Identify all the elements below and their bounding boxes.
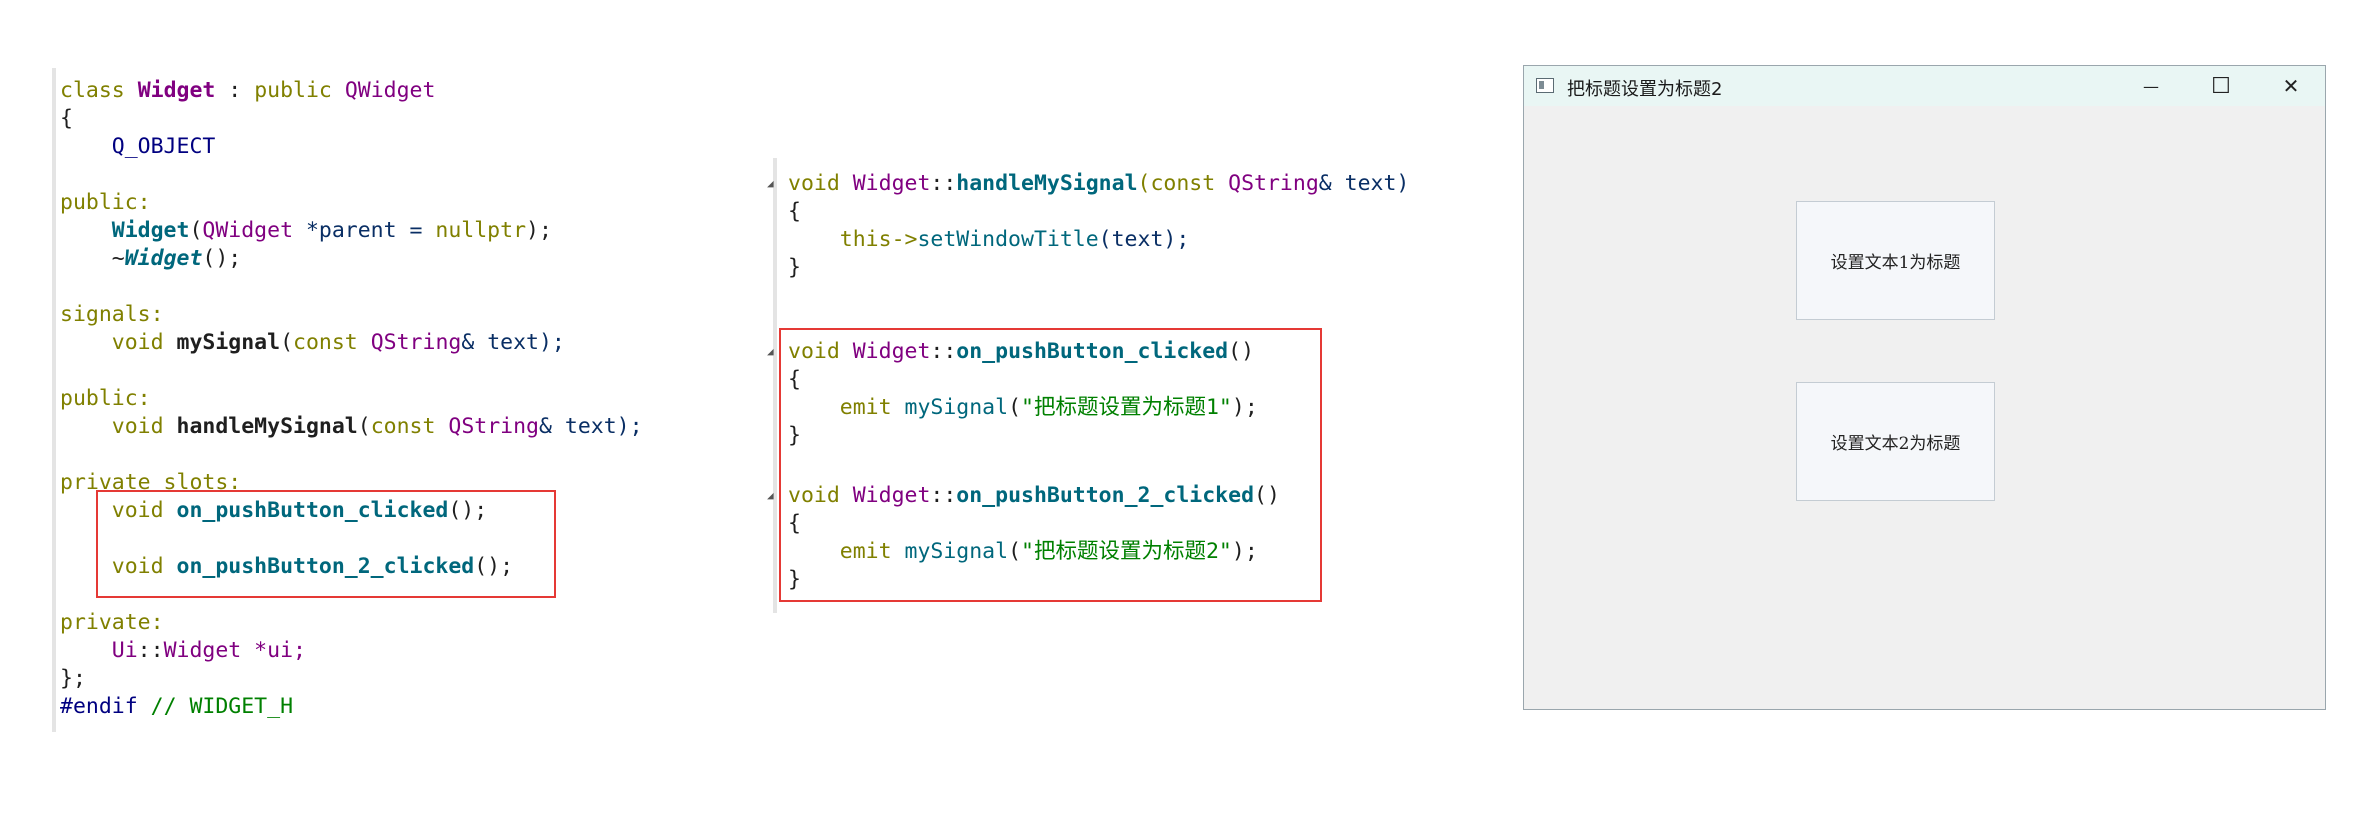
ui-rest: *ui; bbox=[241, 638, 306, 663]
ctor-arg-rest: *parent = bbox=[293, 218, 436, 243]
fold-arrow-icon[interactable]: ◢ bbox=[767, 345, 774, 358]
q-object-macro: Q_OBJECT bbox=[111, 134, 216, 159]
fold-arrow-icon[interactable]: ◢ bbox=[767, 489, 774, 502]
kw-void-2: void bbox=[111, 414, 164, 439]
ctor-name: Widget bbox=[111, 218, 190, 243]
app-window-icon bbox=[1536, 78, 1554, 93]
impl-brace-open-1: { bbox=[788, 199, 801, 224]
header-code-editor[interactable]: class Widget : public QWidget { Q_OBJECT… bbox=[60, 77, 780, 737]
editor-gutter-left bbox=[52, 68, 56, 732]
public-label-2: public: bbox=[60, 386, 151, 411]
kw-class: class bbox=[60, 78, 125, 103]
dtor-name: Widget bbox=[124, 246, 203, 271]
private-label: private: bbox=[60, 610, 164, 635]
arrow-op: -> bbox=[891, 227, 918, 252]
set-text1-title-button[interactable]: 设置文本1为标题 bbox=[1796, 201, 1995, 320]
public-label-1: public: bbox=[60, 190, 151, 215]
close-brace: }; bbox=[60, 666, 86, 691]
ui-namespace: Ui bbox=[111, 638, 138, 663]
sig-rest: & text); bbox=[461, 330, 565, 355]
window-title: 把标题设置为标题2 bbox=[1567, 79, 1723, 100]
impl-handle-name: handleMySignal bbox=[956, 171, 1138, 196]
base-class: QWidget bbox=[344, 78, 436, 103]
highlight-box-slots-impl bbox=[779, 328, 1322, 602]
set-text2-title-button[interactable]: 设置文本2为标题 bbox=[1796, 382, 1995, 501]
impl-paren-1: ( bbox=[1137, 171, 1151, 196]
kw-const-impl: const bbox=[1150, 171, 1216, 196]
handle-rest: & text); bbox=[538, 414, 643, 439]
qstring-impl: QString bbox=[1228, 171, 1319, 196]
set-title-rest: (text); bbox=[1098, 227, 1190, 252]
qstring-2: QString bbox=[448, 414, 539, 439]
maximize-icon[interactable]: ☐ bbox=[2186, 66, 2256, 106]
kw-const-1: const bbox=[293, 330, 358, 355]
dtor-tilde: ~ bbox=[111, 246, 125, 271]
ctor-end: ); bbox=[526, 218, 552, 243]
kw-const-2: const bbox=[370, 414, 436, 439]
open-brace: { bbox=[60, 106, 73, 131]
qstring-1: QString bbox=[370, 330, 462, 355]
kw-public: public bbox=[254, 78, 332, 103]
impl-handle-rest: & text) bbox=[1318, 171, 1410, 196]
kw-this: this bbox=[839, 227, 892, 252]
endif-comment: // WIDGET_H bbox=[150, 694, 294, 719]
minimize-icon[interactable]: — bbox=[2116, 66, 2186, 106]
highlight-box-slots-decl bbox=[96, 490, 556, 598]
editor-gutter-middle bbox=[773, 158, 777, 613]
fold-arrow-icon[interactable]: ◢ bbox=[767, 177, 774, 190]
ctor-arg-type: QWidget bbox=[202, 218, 294, 243]
window-titlebar[interactable]: 把标题设置为标题2 — ☐ ✕ bbox=[1524, 66, 2325, 106]
kw-void-1: void bbox=[111, 330, 164, 355]
impl-class-1: Widget bbox=[852, 171, 931, 196]
class-name: Widget bbox=[137, 78, 216, 103]
scope-1: :: bbox=[930, 171, 957, 196]
nullptr: nullptr bbox=[435, 218, 527, 243]
my-signal-decl: mySignal bbox=[176, 330, 281, 355]
close-icon[interactable]: ✕ bbox=[2256, 66, 2326, 106]
signals-label: signals: bbox=[60, 302, 164, 327]
handle-decl: handleMySignal bbox=[176, 414, 358, 439]
impl-brace-close-1: } bbox=[788, 255, 801, 280]
set-window-title-call: setWindowTitle bbox=[917, 227, 1099, 252]
colon: : bbox=[215, 78, 255, 103]
kw-void-impl-1: void bbox=[788, 171, 840, 196]
ui-type: Widget bbox=[163, 638, 242, 663]
dtor-end: (); bbox=[202, 246, 242, 271]
endif-directive: #endif bbox=[60, 694, 138, 719]
app-window[interactable]: 把标题设置为标题2 — ☐ ✕ 设置文本1为标题 设置文本2为标题 bbox=[1523, 65, 2326, 710]
ui-sep: :: bbox=[137, 638, 164, 663]
